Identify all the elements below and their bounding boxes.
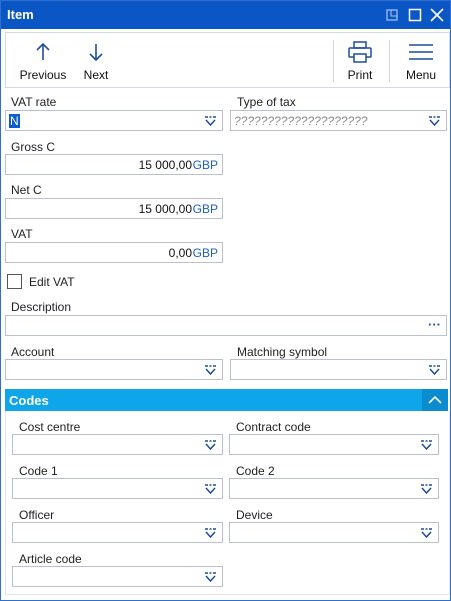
contract-code-label: Contract code — [236, 420, 311, 434]
vat-rate-select[interactable]: N — [5, 110, 223, 131]
edit-vat-checkbox[interactable] — [7, 274, 22, 289]
net-c-label: Net C — [11, 183, 42, 197]
print-button[interactable]: Print — [338, 33, 382, 87]
dropdown-icon[interactable] — [204, 440, 217, 450]
menu-label: Menu — [405, 68, 437, 82]
cost-centre-select[interactable] — [12, 434, 223, 455]
dropdown-icon[interactable] — [204, 365, 217, 375]
restore-icon[interactable] — [382, 5, 402, 25]
menu-button[interactable]: Menu — [396, 33, 446, 87]
net-c-value: 15 000,00 — [138, 202, 192, 216]
chevron-up-icon — [428, 395, 442, 404]
net-c-currency: GBP — [192, 202, 218, 216]
description-label: Description — [11, 300, 72, 314]
vat-value: 0,00 — [168, 246, 192, 260]
codes-section-header[interactable]: Codes — [5, 389, 448, 411]
vat-rate-value: N — [9, 114, 20, 128]
device-label: Device — [236, 508, 273, 522]
dropdown-icon[interactable] — [420, 440, 433, 450]
dropdown-icon[interactable] — [204, 116, 217, 126]
gross-c-currency: GBP — [192, 158, 218, 172]
vat-label: VAT — [11, 227, 33, 241]
code-1-label: Code 1 — [19, 464, 58, 478]
collapse-button[interactable] — [422, 389, 448, 411]
code-2-label: Code 2 — [236, 464, 275, 478]
hamburger-menu-icon — [409, 44, 433, 60]
title-bar: Item — [1, 1, 450, 29]
type-of-tax-placeholder: ???????????????????? — [234, 114, 368, 128]
net-c-input[interactable]: 15 000,00 GBP — [5, 198, 223, 219]
cost-centre-label: Cost centre — [19, 420, 81, 434]
edit-vat-label: Edit VAT — [29, 275, 75, 289]
gross-c-label: Gross C — [11, 140, 56, 154]
maximize-icon[interactable] — [405, 5, 425, 25]
dropdown-icon[interactable] — [204, 484, 217, 494]
printer-icon — [348, 41, 372, 63]
article-code-select[interactable] — [12, 566, 223, 587]
code-2-select[interactable] — [229, 478, 439, 499]
contract-code-select[interactable] — [229, 434, 439, 455]
account-label: Account — [11, 345, 55, 359]
toolbar-separator — [333, 40, 334, 82]
print-label: Print — [347, 68, 373, 82]
officer-label: Officer — [19, 508, 55, 522]
gross-c-input[interactable]: 15 000,00 GBP — [5, 154, 223, 175]
previous-label: Previous — [19, 68, 67, 82]
code-1-select[interactable] — [12, 478, 223, 499]
description-input[interactable]: ··· — [5, 315, 447, 336]
officer-select[interactable] — [12, 522, 223, 543]
dropdown-icon[interactable] — [428, 116, 441, 126]
window-title: Item — [7, 7, 34, 22]
close-icon[interactable] — [427, 5, 447, 25]
matching-symbol-select[interactable] — [230, 359, 447, 380]
dropdown-icon[interactable] — [420, 528, 433, 538]
dropdown-icon[interactable] — [420, 484, 433, 494]
vat-rate-label: VAT rate — [11, 95, 57, 109]
arrow-down-icon — [89, 44, 103, 62]
matching-symbol-label: Matching symbol — [237, 345, 328, 359]
toolbar-separator — [389, 40, 390, 82]
dropdown-icon[interactable] — [428, 365, 441, 375]
type-of-tax-label: Type of tax — [237, 95, 296, 109]
dropdown-icon[interactable] — [204, 572, 217, 582]
item-window: Item Previous Next Print Menu VAT rate N… — [0, 0, 451, 601]
vat-currency: GBP — [192, 246, 218, 260]
ellipsis-icon[interactable]: ··· — [428, 317, 441, 332]
vat-input[interactable]: 0,00 GBP — [5, 242, 223, 263]
account-select[interactable] — [5, 359, 223, 380]
codes-section-title: Codes — [9, 393, 49, 408]
type-of-tax-select[interactable]: ???????????????????? — [230, 110, 447, 131]
next-button[interactable]: Next — [76, 33, 116, 87]
device-select[interactable] — [229, 522, 439, 543]
dropdown-icon[interactable] — [204, 528, 217, 538]
arrow-up-icon — [36, 42, 50, 60]
gross-c-value: 15 000,00 — [138, 158, 192, 172]
next-label: Next — [83, 68, 109, 82]
article-code-label: Article code — [19, 552, 82, 566]
toolbar: Previous Next Print Menu — [5, 32, 450, 88]
previous-button[interactable]: Previous — [14, 33, 72, 87]
